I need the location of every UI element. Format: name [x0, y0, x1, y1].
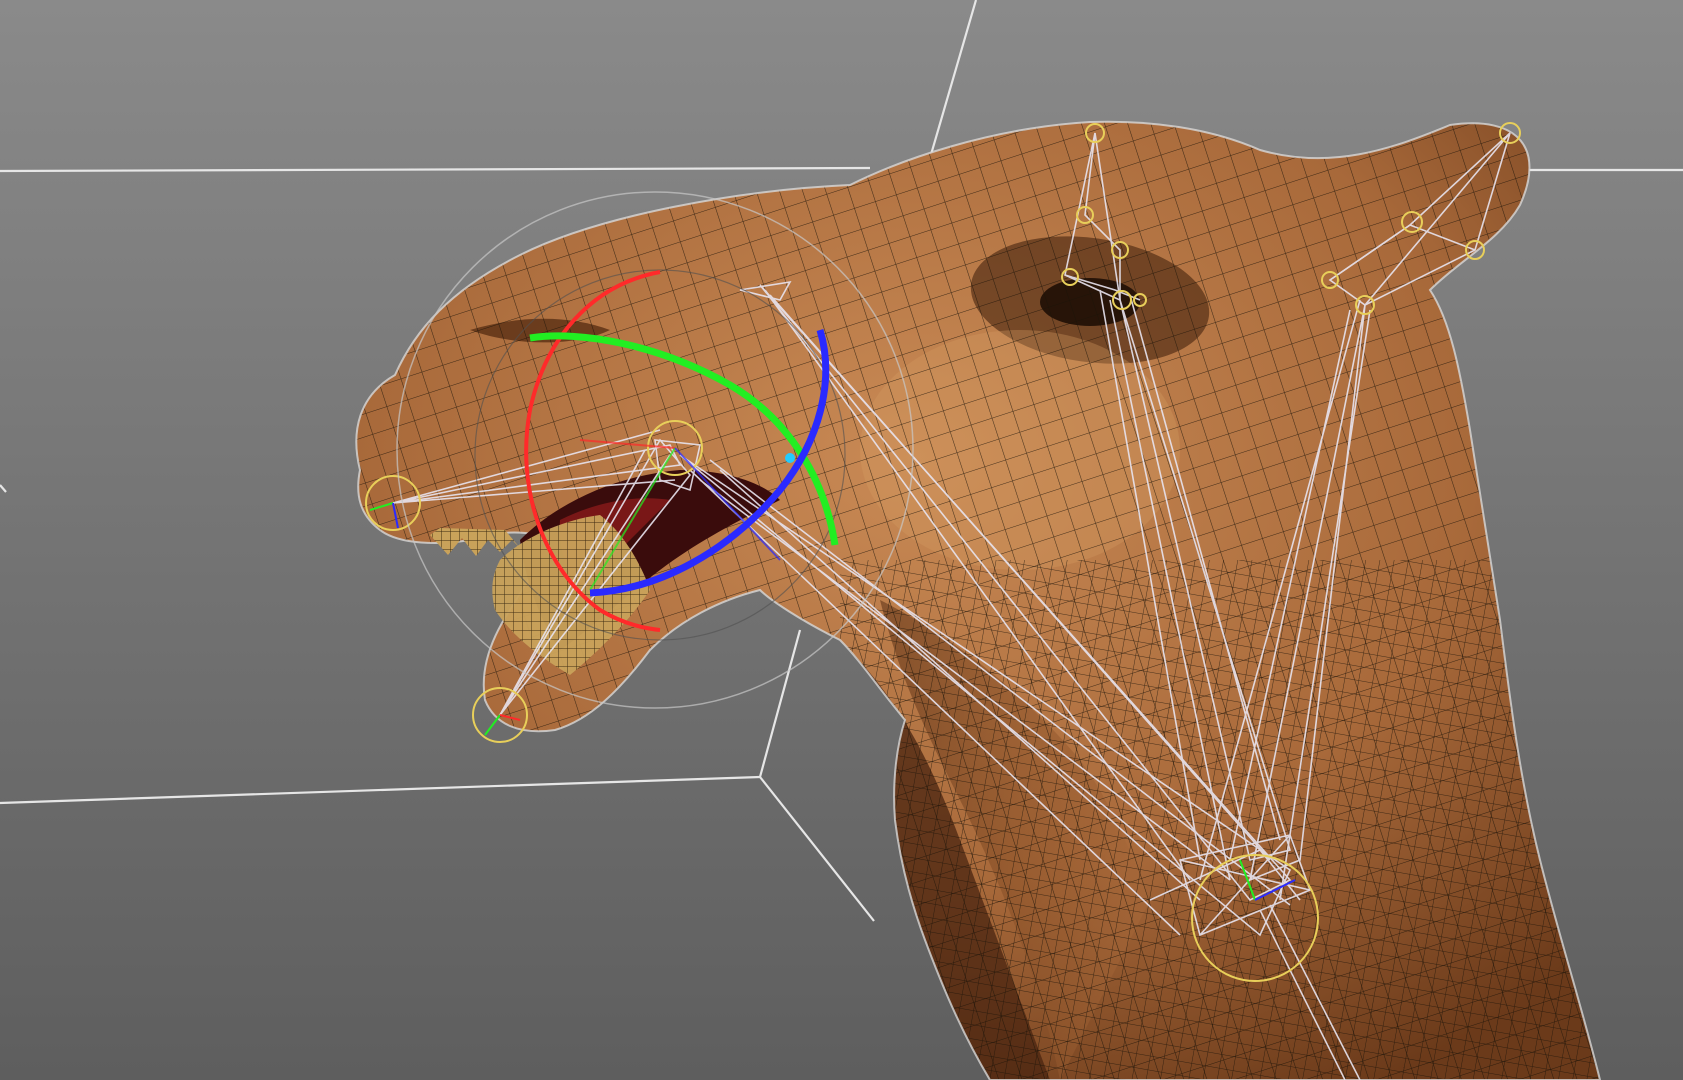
gizmo-center-handle	[785, 453, 795, 463]
3d-viewport[interactable]	[0, 0, 1683, 1080]
viewport-canvas[interactable]	[0, 0, 1683, 1080]
